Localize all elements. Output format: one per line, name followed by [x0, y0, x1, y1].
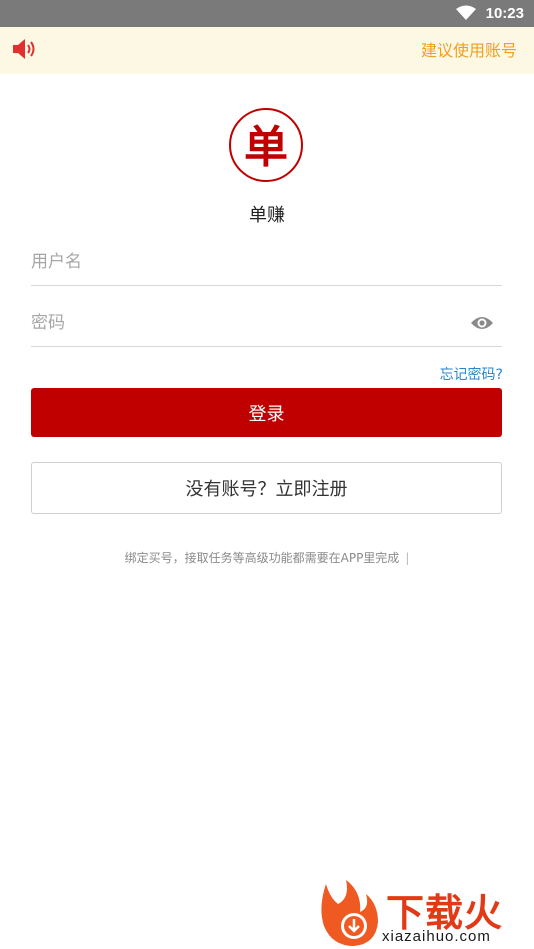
- forgot-password-link[interactable]: 忘记密码?: [440, 364, 503, 384]
- password-field-container: [31, 302, 502, 347]
- login-button[interactable]: 登录: [31, 388, 502, 437]
- watermark: 下载火 xiazaihuo.com: [314, 878, 534, 949]
- notice-banner: 建议使用账号: [0, 27, 534, 74]
- text-cursor: |: [405, 551, 410, 565]
- hint-text-row: 绑定买号，接取任务等高级功能都需要在APP里完成 |: [0, 549, 534, 566]
- app-logo: 单: [229, 108, 303, 182]
- status-bar: 10:23: [0, 0, 534, 27]
- username-field-container: [31, 241, 502, 286]
- app-name: 单赚: [249, 205, 285, 226]
- notice-text: 建议使用账号: [421, 41, 518, 60]
- eye-icon[interactable]: [470, 314, 494, 332]
- logo-char: 单: [244, 122, 288, 172]
- watermark-url: xiazaihuo.com: [382, 928, 491, 945]
- password-input[interactable]: [31, 302, 451, 344]
- register-button[interactable]: 没有账号？立即注册: [31, 462, 502, 514]
- flame-logo-icon: [321, 880, 378, 946]
- logo-mark: 单: [244, 122, 288, 172]
- speaker-icon: [13, 39, 35, 59]
- hint-text: 绑定买号，接取任务等高级功能都需要在APP里完成: [124, 551, 400, 565]
- username-input[interactable]: [31, 241, 451, 283]
- clock: 10:23: [485, 5, 524, 22]
- wifi-icon: [456, 5, 476, 20]
